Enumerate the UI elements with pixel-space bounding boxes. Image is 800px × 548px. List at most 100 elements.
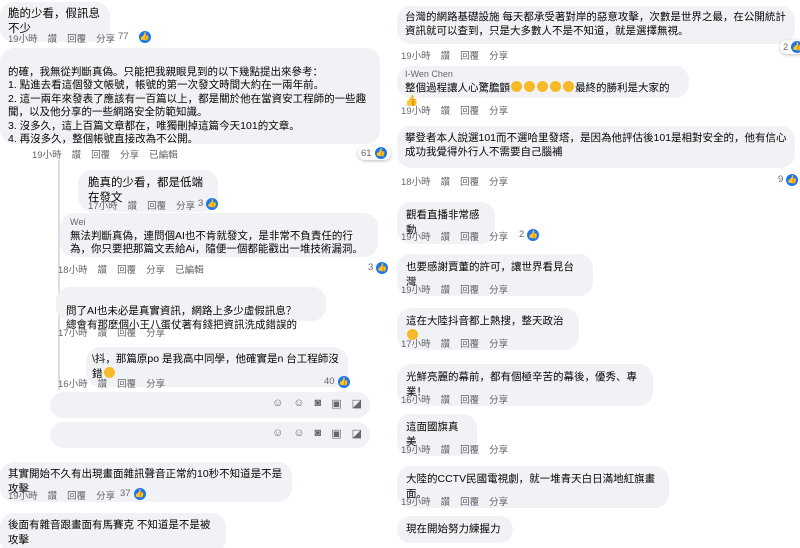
- comment-time[interactable]: 19小時: [8, 31, 38, 45]
- input-icons: ☺ ☺ ◙ ▣ ◪: [272, 427, 362, 440]
- share-button[interactable]: 分享: [96, 31, 115, 45]
- reply-button[interactable]: 回覆: [460, 392, 479, 406]
- comment-time[interactable]: 18小時: [58, 262, 88, 276]
- share-button[interactable]: 分享: [489, 103, 508, 117]
- scared-emoji-icon: [563, 81, 574, 92]
- comment-time[interactable]: 17小時: [58, 325, 88, 339]
- commenter-name[interactable]: Wei: [70, 216, 368, 230]
- comment-bubble: 現在開始努力練握力: [397, 516, 513, 543]
- share-button[interactable]: 分享: [96, 488, 115, 502]
- reaction-count[interactable]: 2 👍: [780, 40, 800, 54]
- share-button[interactable]: 分享: [489, 392, 508, 406]
- comment-text: 整個過程讓人心驚膽顫: [405, 82, 510, 94]
- emoji-icon[interactable]: ☺: [272, 427, 283, 440]
- reply-button[interactable]: 回覆: [460, 336, 479, 350]
- sticker-pack-icon[interactable]: ◪: [352, 397, 362, 410]
- camera-icon[interactable]: ◙: [315, 427, 322, 440]
- like-button[interactable]: 讚: [441, 282, 451, 296]
- share-button[interactable]: 分享: [146, 262, 165, 276]
- like-button[interactable]: 讚: [98, 262, 108, 276]
- sticker-icon[interactable]: ☺: [293, 397, 304, 410]
- reaction-count[interactable]: 40 👍: [324, 376, 350, 388]
- reply-button[interactable]: 回覆: [460, 282, 479, 296]
- reply-button[interactable]: 回覆: [67, 31, 86, 45]
- commenter-name[interactable]: I-Wen Chen: [405, 68, 681, 81]
- comment-time[interactable]: 17小時: [88, 198, 118, 212]
- camera-icon[interactable]: ◙: [315, 397, 322, 410]
- reply-input[interactable]: ☺ ☺ ◙ ▣ ◪: [50, 392, 370, 418]
- reply-button[interactable]: 回覆: [460, 229, 479, 243]
- edited-label: 已編輯: [149, 150, 178, 161]
- comment-time[interactable]: 19小時: [401, 494, 431, 508]
- like-button[interactable]: 讚: [441, 48, 451, 62]
- comment-time[interactable]: 19小時: [401, 229, 431, 243]
- comment-meta: 19小時 讚 回覆 分享: [8, 488, 115, 502]
- reply-button[interactable]: 回覆: [147, 198, 166, 212]
- reply-button[interactable]: 回覆: [460, 442, 479, 456]
- scared-emoji-icon: [524, 81, 535, 92]
- reply-button[interactable]: 回覆: [117, 376, 136, 390]
- share-button[interactable]: 分享: [489, 174, 508, 188]
- reply-button[interactable]: 回覆: [460, 48, 479, 62]
- share-button[interactable]: 分享: [489, 229, 508, 243]
- reply-button[interactable]: 回覆: [117, 325, 136, 339]
- share-button[interactable]: 分享: [146, 376, 165, 390]
- share-button[interactable]: 分享: [489, 282, 508, 296]
- sticker-pack-icon[interactable]: ◪: [352, 427, 362, 440]
- scared-emoji-icon: [550, 81, 561, 92]
- reply-button[interactable]: 回覆: [460, 174, 479, 188]
- like-button[interactable]: 讚: [128, 198, 138, 212]
- like-button[interactable]: 讚: [441, 442, 451, 456]
- reply-button[interactable]: 回覆: [91, 147, 110, 161]
- like-icon: 👍: [527, 229, 540, 241]
- reply-input[interactable]: ☺ ☺ ◙ ▣ ◪: [50, 422, 370, 448]
- emoji-icon[interactable]: ☺: [272, 397, 283, 410]
- comment-time[interactable]: 19小時: [8, 488, 38, 502]
- like-icon: 👍: [337, 376, 350, 388]
- like-button[interactable]: 讚: [98, 325, 108, 339]
- share-button[interactable]: 分享: [489, 494, 508, 508]
- like-button[interactable]: 讚: [48, 31, 58, 45]
- sticker-icon[interactable]: ☺: [293, 427, 304, 440]
- reply-button[interactable]: 回覆: [460, 103, 479, 117]
- like-button[interactable]: 讚: [441, 174, 451, 188]
- share-button[interactable]: 分享: [146, 325, 165, 339]
- reply-button[interactable]: 回覆: [460, 494, 479, 508]
- share-button[interactable]: 分享: [489, 336, 508, 350]
- gif-icon[interactable]: ▣: [331, 427, 341, 440]
- reaction-count[interactable]: 3 👍: [368, 262, 389, 274]
- like-button[interactable]: 讚: [441, 103, 451, 117]
- reaction-count[interactable]: 77 👍: [118, 31, 151, 43]
- like-button[interactable]: 讚: [72, 147, 82, 161]
- like-button[interactable]: 讚: [441, 336, 451, 350]
- comment-time[interactable]: 16小時: [58, 376, 88, 390]
- gif-icon[interactable]: ▣: [331, 397, 341, 410]
- like-button[interactable]: 讚: [441, 229, 451, 243]
- comment-time[interactable]: 19小時: [401, 48, 431, 62]
- like-button[interactable]: 讚: [48, 488, 58, 502]
- comment-bubble: 台灣的網路基礎設施 每天都承受著對岸的惡意攻擊，次數是世界之最，在公開統計資訊就…: [397, 6, 795, 44]
- comment-text-tail: 最終的勝利是大家的: [575, 82, 670, 94]
- reply-button[interactable]: 回覆: [117, 262, 136, 276]
- like-button[interactable]: 讚: [441, 392, 451, 406]
- comment-time[interactable]: 16小時: [401, 392, 431, 406]
- reaction-count[interactable]: 37 👍: [120, 488, 146, 500]
- comment-time[interactable]: 19小時: [401, 103, 431, 117]
- reaction-count[interactable]: 3 👍: [198, 198, 219, 210]
- comment-time[interactable]: 18小時: [401, 174, 431, 188]
- reply-button[interactable]: 回覆: [67, 488, 86, 502]
- reaction-count[interactable]: 61 👍: [358, 146, 391, 160]
- like-button[interactable]: 讚: [98, 376, 108, 390]
- share-button[interactable]: 分享: [176, 198, 195, 212]
- comment-time[interactable]: 19小時: [32, 147, 62, 161]
- comment-time[interactable]: 17小時: [401, 336, 431, 350]
- comment-time[interactable]: 19小時: [401, 282, 431, 296]
- share-button[interactable]: 分享: [489, 442, 508, 456]
- reaction-count[interactable]: 2 👍: [519, 229, 540, 241]
- share-button[interactable]: 分享: [489, 48, 508, 62]
- comment-meta: 16小時 讚 回覆 分享: [401, 392, 508, 406]
- reaction-count[interactable]: 9 👍: [778, 174, 799, 186]
- share-button[interactable]: 分享: [120, 147, 139, 161]
- like-button[interactable]: 讚: [441, 494, 451, 508]
- comment-time[interactable]: 19小時: [401, 442, 431, 456]
